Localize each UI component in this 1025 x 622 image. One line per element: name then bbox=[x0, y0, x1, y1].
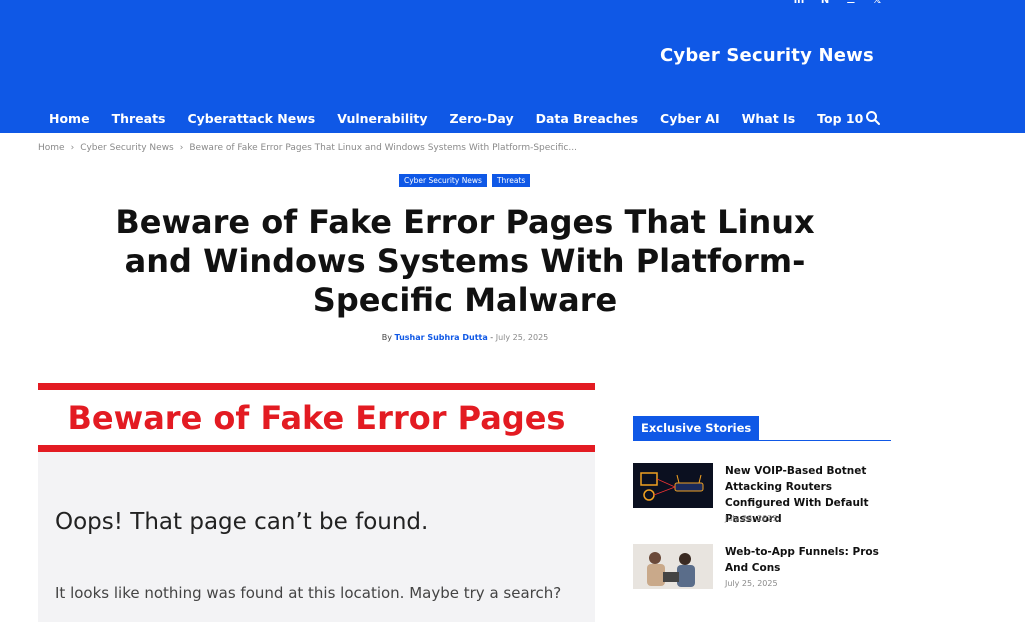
story-thumbnail[interactable] bbox=[633, 463, 713, 508]
hero-nothing-text: It looks like nothing was found at this … bbox=[55, 584, 562, 602]
meta-separator: - bbox=[490, 333, 494, 342]
story-thumbnail[interactable] bbox=[633, 544, 713, 589]
category-tags: Cyber Security News Threats bbox=[399, 174, 531, 187]
nav-item-what-is[interactable]: What Is bbox=[731, 111, 807, 126]
breadcrumb-category[interactable]: Cyber Security News bbox=[80, 143, 174, 153]
nav-item-zero-day[interactable]: Zero-Day bbox=[439, 111, 525, 126]
sidebar-divider bbox=[633, 440, 891, 441]
story-item[interactable]: Web-to-App Funnels: Pros And Cons July 2… bbox=[633, 544, 893, 594]
article-meta: By Tushar Subhra Dutta - July 25, 2025 bbox=[0, 333, 930, 342]
category-tag[interactable]: Threats bbox=[491, 174, 531, 187]
story-date: July 26, 2025 bbox=[725, 514, 778, 523]
nav-item-vulnerability[interactable]: Vulnerability bbox=[326, 111, 438, 126]
social-links: in N ☰ 𝕏 bbox=[792, 0, 884, 8]
publish-date: July 25, 2025 bbox=[495, 333, 549, 342]
nav-item-cyberattack-news[interactable]: Cyberattack News bbox=[176, 111, 326, 126]
search-icon[interactable] bbox=[865, 110, 881, 126]
sidebar-heading: Exclusive Stories bbox=[633, 416, 760, 440]
chevron-right-icon: › bbox=[70, 143, 75, 153]
article-title: Beware of Fake Error Pages That Linux an… bbox=[115, 203, 815, 319]
breadcrumb-home[interactable]: Home bbox=[38, 143, 65, 153]
site-header: in N ☰ 𝕏 Cyber Security News Home Threat… bbox=[0, 0, 1025, 133]
hero-banner: Beware of Fake Error Pages bbox=[38, 390, 595, 445]
x-icon[interactable]: 𝕏 bbox=[870, 0, 884, 8]
by-label: By bbox=[381, 333, 392, 342]
hero-image: Beware of Fake Error Pages Oops! That pa… bbox=[38, 383, 595, 622]
story-title[interactable]: Web-to-App Funnels: Pros And Cons bbox=[725, 544, 893, 576]
news-icon[interactable]: N bbox=[818, 0, 832, 8]
author-link[interactable]: Tushar Subhra Dutta bbox=[394, 333, 487, 342]
breadcrumb: Home › Cyber Security News › Beware of F… bbox=[38, 143, 577, 153]
nav-item-threats[interactable]: Threats bbox=[101, 111, 177, 126]
breadcrumb-current: Beware of Fake Error Pages That Linux an… bbox=[189, 143, 577, 153]
main-nav: Home Threats Cyberattack News Vulnerabil… bbox=[38, 104, 891, 133]
story-date: July 25, 2025 bbox=[725, 579, 778, 588]
rss-icon[interactable]: ☰ bbox=[844, 0, 858, 8]
linkedin-icon[interactable]: in bbox=[792, 0, 806, 8]
nav-item-home[interactable]: Home bbox=[38, 111, 101, 126]
nav-item-data-breaches[interactable]: Data Breaches bbox=[525, 111, 649, 126]
category-tag[interactable]: Cyber Security News bbox=[399, 174, 487, 187]
nav-item-cyber-ai[interactable]: Cyber AI bbox=[649, 111, 731, 126]
hero-oops-text: Oops! That page can’t be found. bbox=[55, 509, 429, 535]
hero-banner-text: Beware of Fake Error Pages bbox=[67, 398, 566, 437]
chevron-right-icon: › bbox=[179, 143, 184, 153]
site-logo[interactable]: Cyber Security News bbox=[660, 45, 874, 66]
story-item[interactable]: New VOIP-Based Botnet Attacking Routers … bbox=[633, 463, 893, 533]
